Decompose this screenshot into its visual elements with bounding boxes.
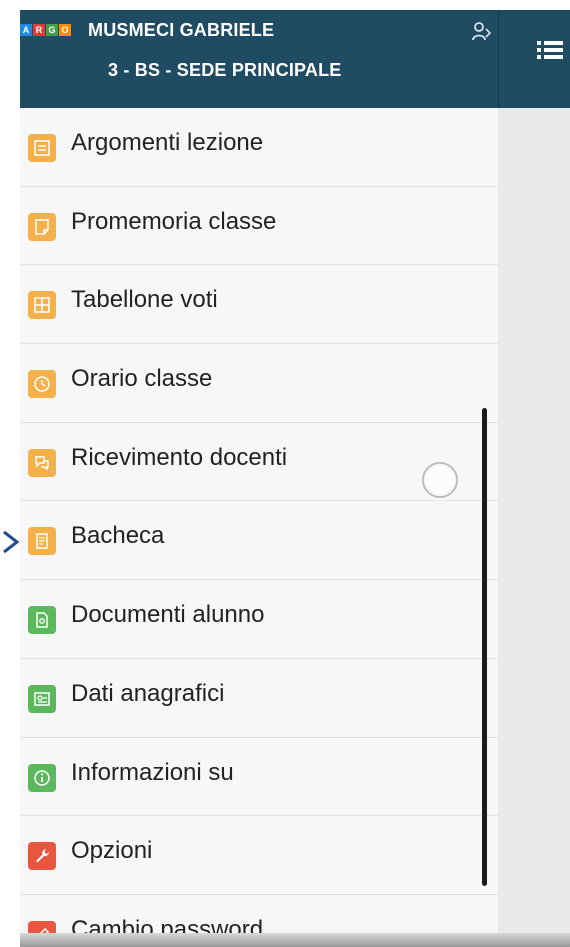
menu-item-label: Orario classe — [71, 365, 213, 393]
drawer-scrollbar[interactable] — [482, 408, 487, 886]
class-timetable-icon — [28, 370, 56, 399]
class-reminder-icon — [28, 212, 56, 241]
user-switch-icon[interactable] — [471, 21, 491, 43]
menu-item-promemoria-classe[interactable]: Promemoria classe — [20, 187, 498, 266]
lesson-topics-icon — [28, 134, 56, 162]
hamburger-list-icon[interactable] — [537, 38, 563, 62]
wrench-icon — [28, 842, 56, 871]
menu-item-label: Promemoria classe — [71, 207, 277, 235]
grades-board-icon — [28, 291, 56, 320]
argo-logo: A R G O — [20, 24, 71, 36]
menu-item-label: Ricevimento docenti — [71, 443, 288, 471]
drawer-menu: Argomenti lezione Promemoria classe Tabe… — [20, 108, 498, 947]
main-content-area — [498, 108, 570, 947]
menu-item-label: Tabellone voti — [71, 286, 218, 314]
menu-item-argomenti-lezione[interactable]: Argomenti lezione — [20, 108, 498, 187]
navigation-drawer: A R G O MUSMECI GABRIELE 3 - BS - SEDE P… — [20, 10, 498, 947]
menu-item-opzioni[interactable]: Opzioni — [20, 816, 498, 895]
bottom-edge — [20, 933, 570, 947]
menu-item-label: Argomenti lezione — [71, 129, 264, 156]
student-documents-icon — [28, 606, 56, 635]
drawer-header: A R G O MUSMECI GABRIELE 3 - BS - SEDE P… — [20, 10, 498, 108]
touch-indicator — [422, 462, 458, 498]
menu-item-label: Opzioni — [71, 837, 153, 865]
info-icon — [28, 763, 56, 792]
menu-item-informazioni-su[interactable]: Informazioni su — [20, 738, 498, 817]
menu-item-bacheca[interactable]: Bacheca — [20, 501, 498, 581]
menu-item-label: Dati anagrafici — [71, 679, 225, 707]
user-name: MUSMECI GABRIELE — [88, 20, 275, 40]
menu-item-dati-anagrafici[interactable]: Dati anagrafici — [20, 659, 498, 738]
menu-item-label: Documenti alunno — [71, 601, 265, 629]
user-class: 3 - BS - SEDE PRINCIPALE — [108, 60, 342, 80]
menu-item-documenti-alunno[interactable]: Documenti alunno — [20, 580, 498, 659]
teacher-meeting-icon — [28, 448, 56, 477]
menu-item-orario-classe[interactable]: Orario classe — [20, 344, 498, 423]
noticeboard-icon — [28, 527, 56, 556]
menu-item-label: Informazioni su — [71, 758, 234, 786]
pointer-arrow-icon — [3, 530, 20, 554]
app-frame: A R G O MUSMECI GABRIELE 3 - BS - SEDE P… — [20, 10, 570, 947]
menu-item-label: Bacheca — [71, 522, 165, 550]
personal-data-icon — [28, 684, 56, 713]
menu-item-tabellone-voti[interactable]: Tabellone voti — [20, 265, 498, 345]
